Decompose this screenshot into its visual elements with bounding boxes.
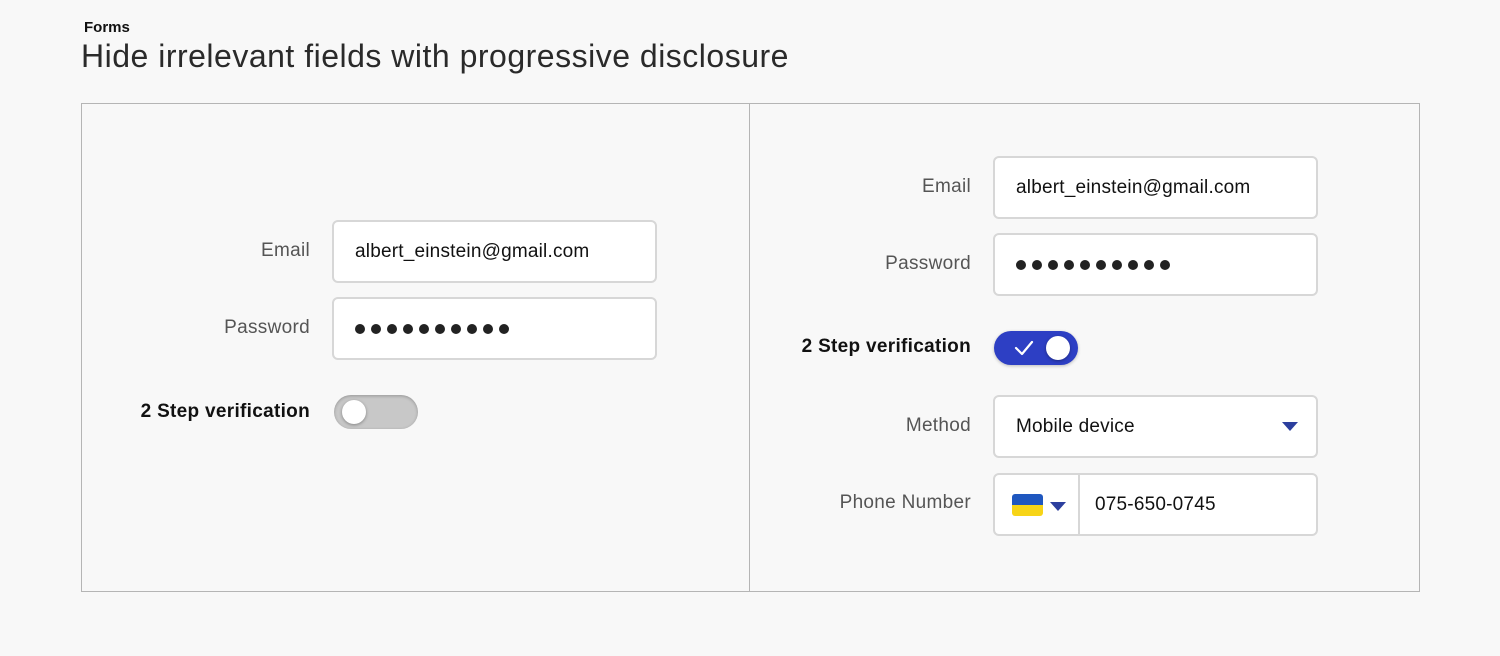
- password-dot: [1096, 259, 1106, 270]
- chevron-down-icon: [1282, 422, 1298, 431]
- method-label: Method: [905, 415, 971, 436]
- password-dot: [419, 323, 429, 334]
- two-step-toggle[interactable]: [334, 395, 418, 429]
- email-label: Email: [921, 176, 971, 197]
- check-icon: [1014, 340, 1034, 356]
- password-field[interactable]: [993, 233, 1318, 296]
- password-dot: [1112, 259, 1122, 270]
- password-dot: [499, 323, 509, 334]
- password-mask: [1016, 259, 1170, 270]
- two-step-toggle[interactable]: [994, 331, 1078, 365]
- email-field[interactable]: albert_einstein@gmail.com: [993, 156, 1318, 219]
- two-step-label: 2 Step verification: [140, 401, 310, 422]
- password-dot: [1032, 259, 1042, 270]
- password-dot: [451, 323, 461, 334]
- email-field[interactable]: albert_einstein@gmail.com: [332, 220, 657, 283]
- password-dot: [1080, 259, 1090, 270]
- password-dot: [371, 323, 381, 334]
- two-step-label: 2 Step verification: [801, 336, 971, 357]
- password-dot: [387, 323, 397, 334]
- method-select[interactable]: Mobile device: [993, 395, 1318, 458]
- ukraine-flag-icon: [1012, 494, 1043, 516]
- password-dot: [1160, 259, 1170, 270]
- password-dot: [355, 323, 365, 334]
- phone-label: Phone Number: [839, 492, 971, 513]
- password-label: Password: [224, 317, 310, 338]
- password-dot: [1144, 259, 1154, 270]
- password-dot: [403, 323, 413, 334]
- toggle-knob: [342, 400, 366, 424]
- toggle-knob: [1046, 336, 1070, 360]
- password-dot: [1048, 259, 1058, 270]
- phone-number-input[interactable]: 075-650-0745: [1095, 475, 1216, 534]
- panel-divider: [749, 103, 750, 592]
- password-dot: [1128, 259, 1138, 270]
- password-dot: [435, 323, 445, 334]
- password-dot: [467, 323, 477, 334]
- page-title: Hide irrelevant fields with progressive …: [81, 38, 789, 74]
- password-mask: [355, 323, 509, 334]
- section-eyebrow: Forms: [84, 19, 130, 36]
- password-field[interactable]: [332, 297, 657, 360]
- password-dot: [1016, 259, 1026, 270]
- chevron-down-icon: [1050, 502, 1066, 511]
- phone-number-group: 075-650-0745: [993, 473, 1318, 536]
- method-value: Mobile device: [1016, 415, 1135, 437]
- password-dot: [483, 323, 493, 334]
- country-code-select[interactable]: [995, 475, 1079, 534]
- password-dot: [1064, 259, 1074, 270]
- password-label: Password: [885, 253, 971, 274]
- phone-divider: [1078, 475, 1080, 534]
- email-label: Email: [260, 240, 310, 261]
